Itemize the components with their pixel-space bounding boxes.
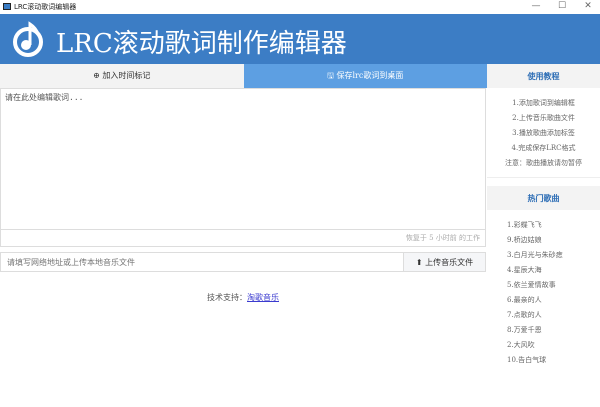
song-item[interactable]: 2.大风吹 <box>507 338 600 353</box>
upload-music-button[interactable]: ⬆ 上传音乐文件 <box>403 253 485 271</box>
song-item[interactable]: 6.最亲的人 <box>507 293 600 308</box>
song-item[interactable]: 5.依兰爱情故事 <box>507 278 600 293</box>
guide-item: 3.播放歌曲添加标签 <box>512 129 575 137</box>
app-header: LRC滚动歌词制作编辑器 <box>0 14 600 64</box>
guide-item: 4.完成保存LRC格式 <box>511 144 576 152</box>
guide-title: 使用教程 <box>487 64 600 88</box>
sidebar: 使用教程 1.添加歌词到编辑框 2.上传音乐歌曲文件 3.播放歌曲添加标签 4.… <box>487 64 600 407</box>
song-item[interactable]: 10.告白气球 <box>507 353 600 368</box>
music-note-icon <box>13 21 43 57</box>
guide-item: 1.添加歌词到编辑框 <box>512 99 575 107</box>
guide-item: 注意：歌曲播放请勿暂停 <box>505 159 582 167</box>
plus-circle-icon: ⊕ <box>93 71 100 80</box>
save-lrc-button[interactable]: 🖫 保存lrc歌词到桌面 <box>243 64 487 88</box>
support-label: 技术支持： <box>207 293 247 302</box>
guide-list: 1.添加歌词到编辑框 2.上传音乐歌曲文件 3.播放歌曲添加标签 4.完成保存L… <box>487 88 600 178</box>
upload-icon: ⬆ <box>415 258 423 267</box>
song-item[interactable]: 1.彩蝶飞飞 <box>507 218 600 233</box>
support-link[interactable]: 淘歌音乐 <box>247 293 279 302</box>
app-icon <box>3 3 11 10</box>
tech-support: 技术支持：淘歌音乐 <box>0 292 486 303</box>
add-timestamp-button[interactable]: ⊕ 加入时间标记 <box>0 64 244 88</box>
restore-status: 恢复于 5 小时前 的工作 <box>0 230 486 247</box>
maximize-button[interactable]: ☐ <box>550 0 574 14</box>
editor-placeholder: 请在此处编辑歌词... <box>5 93 84 102</box>
song-item[interactable]: 4.星辰大海 <box>507 263 600 278</box>
save-lrc-label: 保存lrc歌词到桌面 <box>336 71 404 80</box>
window-title: LRC滚动歌词编辑器 <box>14 3 77 11</box>
upload-label: 上传音乐文件 <box>425 258 474 267</box>
lyrics-editor[interactable]: 请在此处编辑歌词... <box>0 88 486 230</box>
song-item[interactable]: 8.万爱千恩 <box>507 323 600 338</box>
song-item[interactable]: 7.点歌的人 <box>507 308 600 323</box>
hot-songs-title: 热门歌曲 <box>487 186 600 210</box>
floppy-disk-icon: 🖫 <box>327 71 334 80</box>
hot-songs-list: 1.彩蝶飞飞 9.桥边姑娘 3.白月光与朱砂痣 4.星辰大海 5.依兰爱情故事 … <box>487 210 600 368</box>
minimize-button[interactable]: — <box>524 0 548 14</box>
close-button[interactable]: ✕ <box>576 0 600 14</box>
app-title: LRC滚动歌词制作编辑器 <box>56 29 347 59</box>
url-row: ⬆ 上传音乐文件 <box>0 252 486 272</box>
guide-item: 2.上传音乐歌曲文件 <box>512 114 575 122</box>
title-bar: LRC滚动歌词编辑器 — ☐ ✕ <box>0 0 600 14</box>
music-url-input[interactable] <box>1 253 403 271</box>
song-item[interactable]: 3.白月光与朱砂痣 <box>507 248 600 263</box>
song-item[interactable]: 9.桥边姑娘 <box>507 233 600 248</box>
add-timestamp-label: 加入时间标记 <box>102 71 151 80</box>
